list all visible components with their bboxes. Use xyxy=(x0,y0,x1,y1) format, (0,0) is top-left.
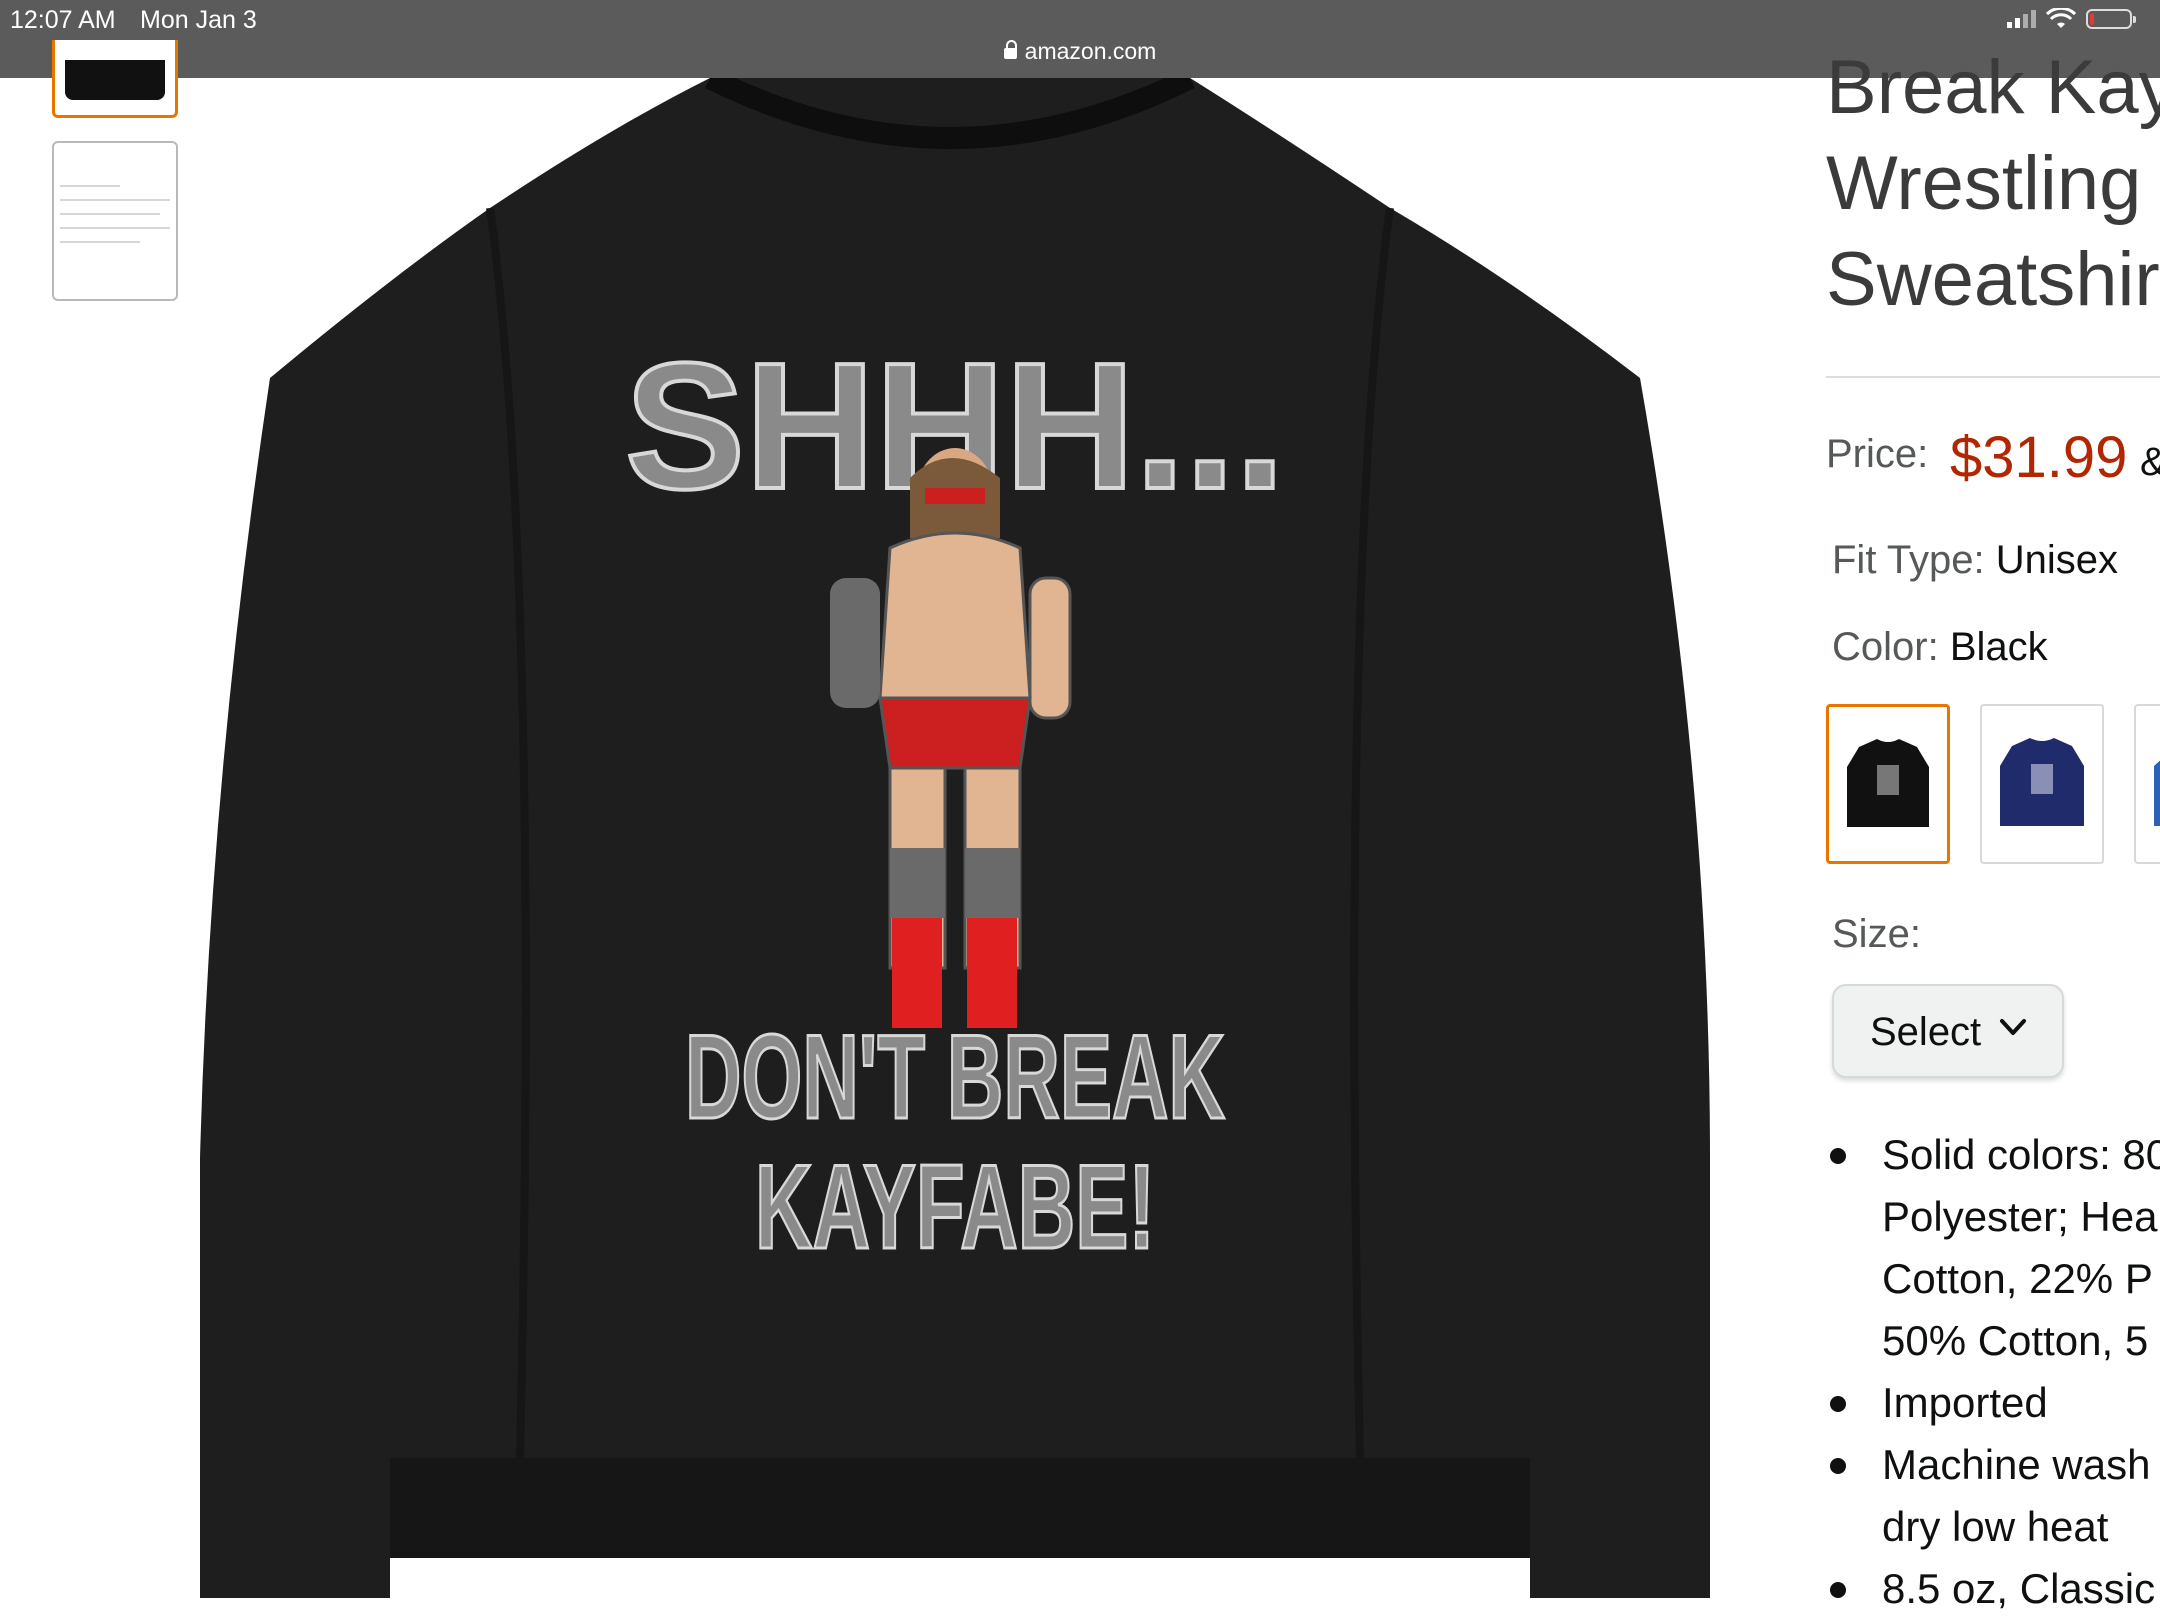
price-label: Price: xyxy=(1826,432,1929,476)
fit-type-value: Unisex xyxy=(1995,538,2119,582)
shirt-text-line2: DON'T BREAK xyxy=(685,1010,1225,1144)
divider xyxy=(1826,376,2160,378)
fit-type-label: Fit Type: xyxy=(1832,538,1985,582)
feature-bullet: Solid colors: 80 Polyester; Hea Cotton, … xyxy=(1826,1124,2160,1372)
status-date: Mon Jan 3 xyxy=(140,6,257,34)
size-label: Size: xyxy=(1832,912,1921,956)
status-time: 12:07 AM xyxy=(10,6,116,34)
url-text: amazon.com xyxy=(1024,38,1157,64)
color-swatch-black[interactable] xyxy=(1826,704,1950,864)
feature-bullet: Imported xyxy=(1826,1372,2160,1434)
size-select[interactable]: Select xyxy=(1832,984,2064,1078)
chevron-down-icon xyxy=(2000,1019,2026,1035)
status-icons xyxy=(2007,8,2136,30)
product-main-image[interactable]: SHHH... DON'T BREAK KAYFABE! xyxy=(190,78,1730,1620)
lock-icon xyxy=(1003,40,1017,59)
feature-bullet: 8.5 oz, Classic xyxy=(1826,1558,2160,1620)
color-value: Black xyxy=(1949,625,2048,669)
feature-bullets: Solid colors: 80 Polyester; Hea Cotton, … xyxy=(1826,1124,2160,1620)
price-value: $31.99 xyxy=(1950,425,2128,490)
color-row: Color: Black xyxy=(1832,625,2048,670)
fit-type-row: Fit Type: Unisex xyxy=(1832,538,2118,583)
size-select-label: Select xyxy=(1870,1010,1982,1054)
sweatshirt-shape xyxy=(200,78,1710,1598)
product-title: Break Kay Wrestling Sweatshir xyxy=(1826,45,2160,322)
battery-icon xyxy=(2086,9,2136,29)
feature-bullet: Machine wash dry low heat xyxy=(1826,1434,2160,1558)
wifi-icon xyxy=(2046,8,2076,28)
price-suffix: & xyxy=(2140,440,2160,485)
color-swatch-navy[interactable] xyxy=(1980,704,2104,864)
thumbnail-2[interactable] xyxy=(52,141,178,301)
color-swatch-royal-blue[interactable] xyxy=(2134,704,2160,864)
color-label: Color: xyxy=(1832,625,1939,669)
signal-icon xyxy=(2007,10,2036,28)
thumbnail-1[interactable] xyxy=(52,40,178,118)
shirt-text-line3: KAYFABE! xyxy=(755,1140,1155,1274)
